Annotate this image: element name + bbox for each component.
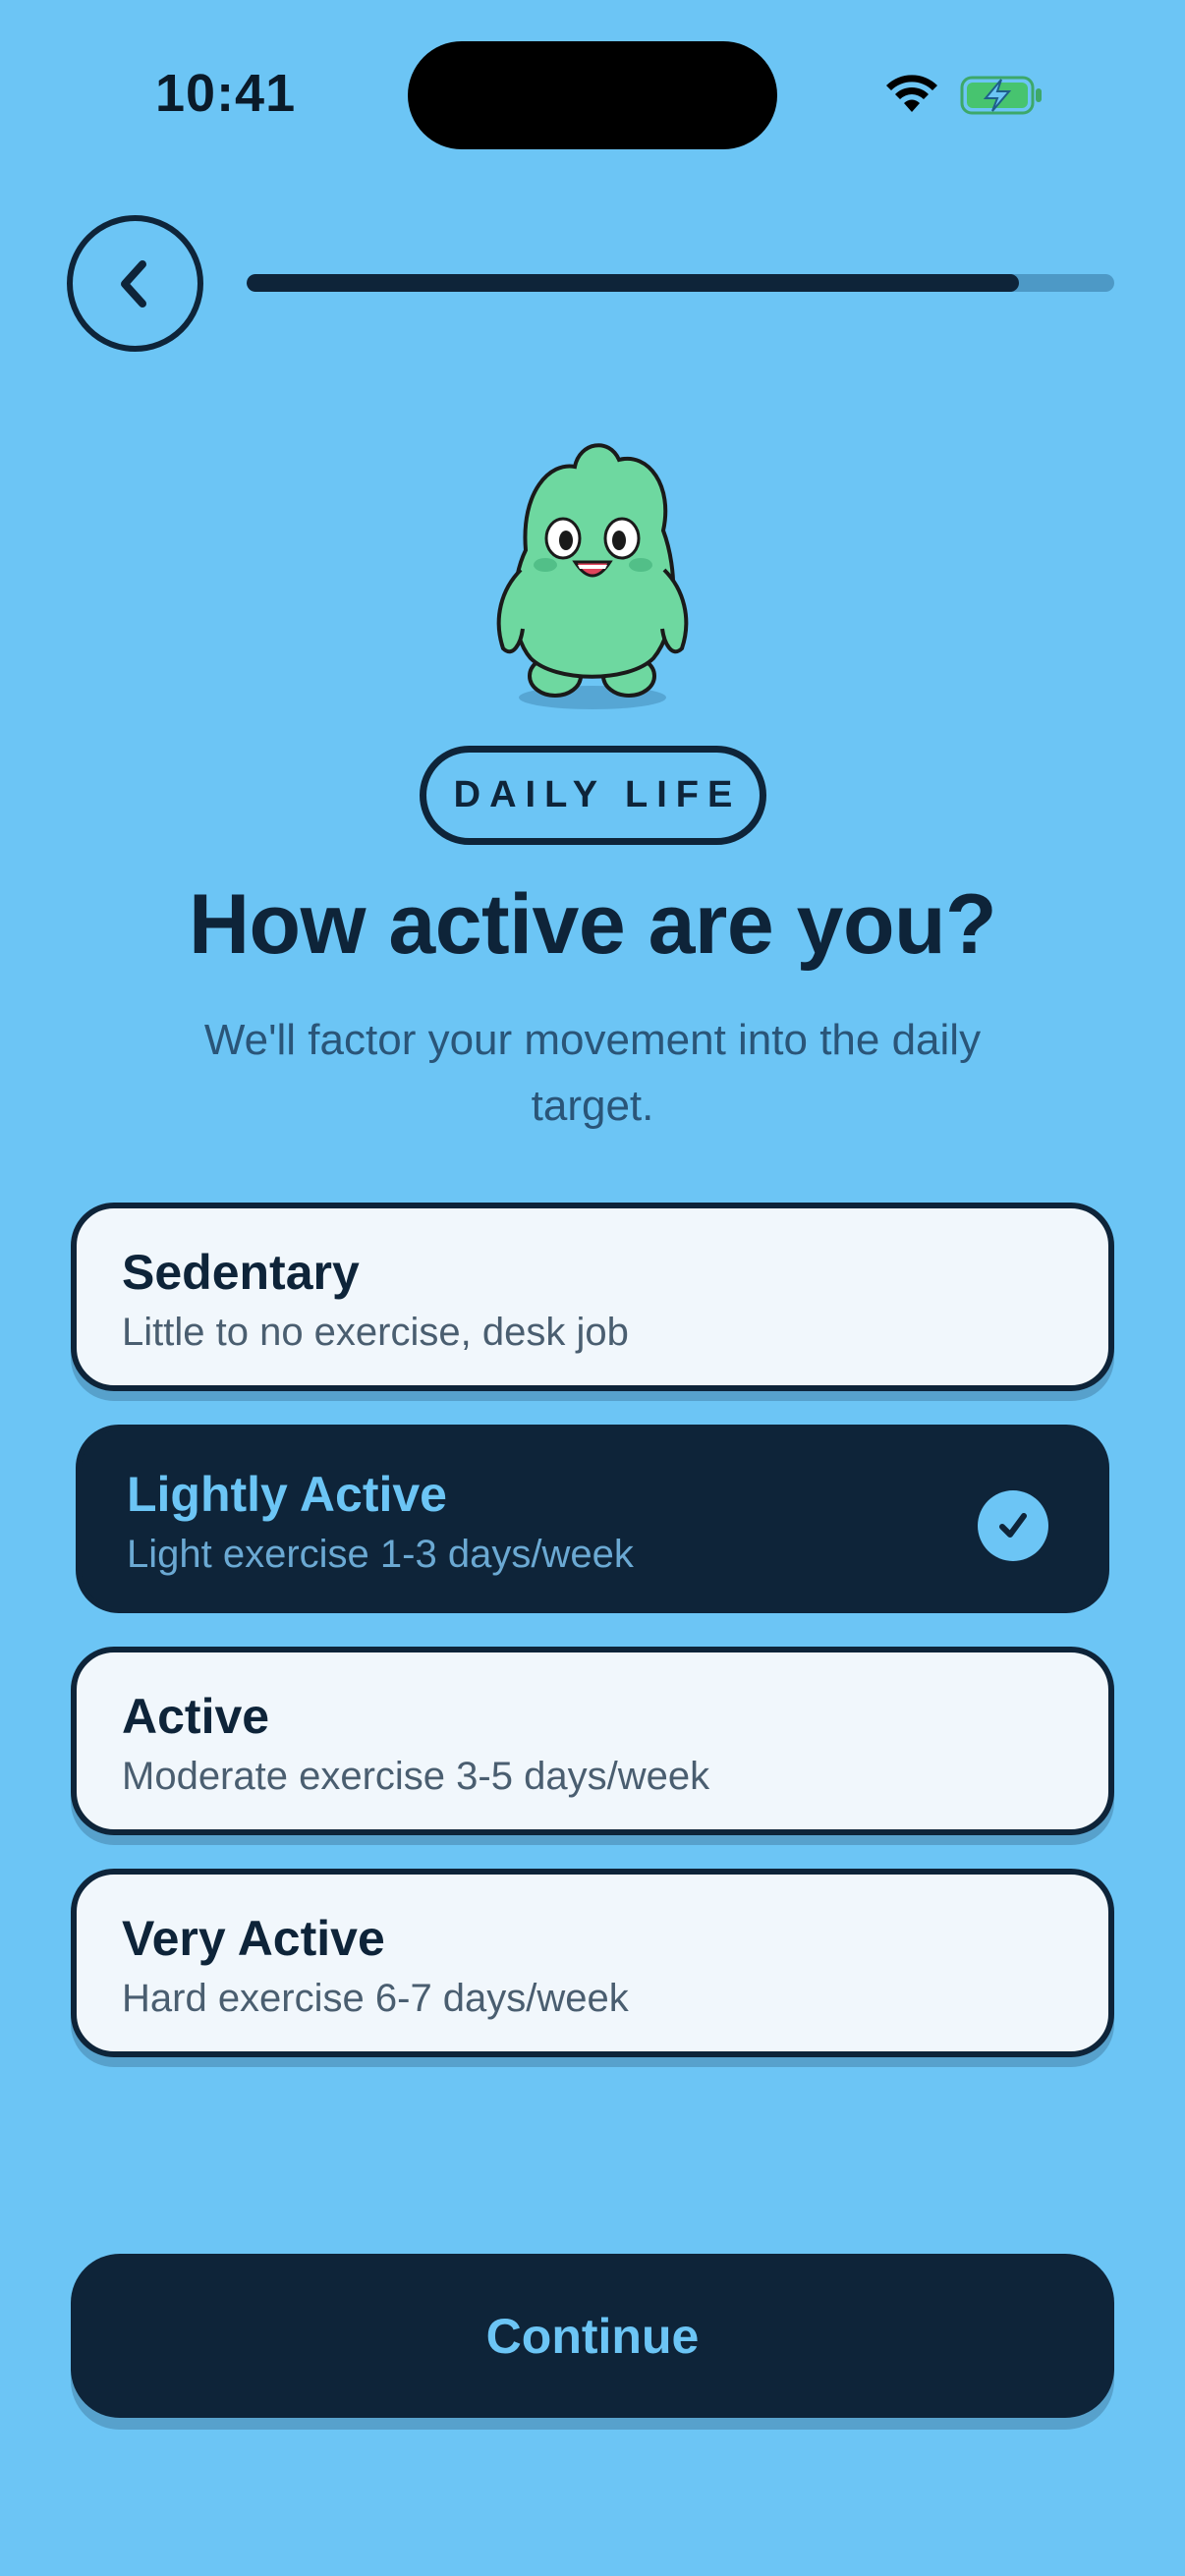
page-subtitle: We'll factor your movement into the dail… bbox=[203, 1016, 982, 1130]
option-active[interactable]: Active Moderate exercise 3-5 days/week bbox=[71, 1647, 1114, 1835]
back-button[interactable] bbox=[67, 215, 203, 352]
green-monster-mascot bbox=[496, 443, 689, 709]
option-description: Little to no exercise, desk job bbox=[122, 1311, 629, 1354]
dynamic-island bbox=[408, 41, 777, 149]
checkmark-icon bbox=[978, 1490, 1048, 1561]
option-description: Moderate exercise 3-5 days/week bbox=[122, 1755, 710, 1798]
option-lightly-active[interactable]: Lightly Active Light exercise 1-3 days/w… bbox=[76, 1425, 1109, 1613]
option-title: Active bbox=[122, 1689, 270, 1744]
battery-charging-icon bbox=[960, 76, 1042, 115]
status-time: 10:41 bbox=[155, 64, 297, 123]
chevron-left-icon bbox=[120, 259, 146, 308]
page-title: How active are you? bbox=[188, 877, 997, 972]
option-very-active[interactable]: Very Active Hard exercise 6-7 days/week bbox=[71, 1869, 1114, 2057]
option-sedentary[interactable]: Sedentary Little to no exercise, desk jo… bbox=[71, 1203, 1114, 1391]
wifi-icon bbox=[886, 75, 937, 112]
category-label: DAILY LIFE bbox=[420, 746, 766, 845]
progress-fill bbox=[247, 274, 1019, 292]
option-title: Lightly Active bbox=[127, 1467, 447, 1522]
option-title: Very Active bbox=[122, 1911, 385, 1966]
option-description: Light exercise 1-3 days/week bbox=[127, 1533, 634, 1576]
continue-button[interactable]: Continue bbox=[71, 2254, 1114, 2418]
option-title: Sedentary bbox=[122, 1245, 360, 1300]
option-description: Hard exercise 6-7 days/week bbox=[122, 1977, 629, 2020]
progress-bar bbox=[247, 274, 1114, 292]
